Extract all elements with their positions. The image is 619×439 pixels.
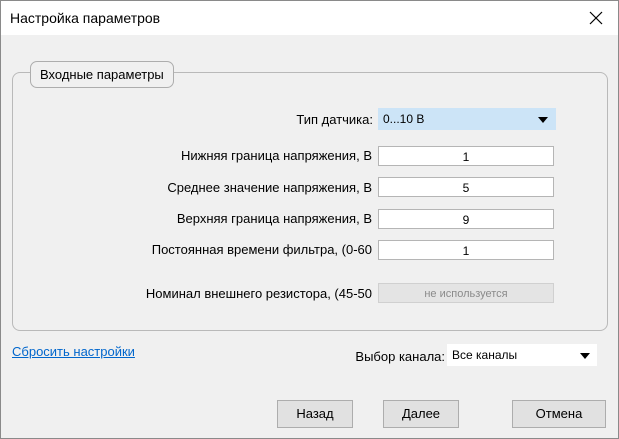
reset-settings-link[interactable]: Сбросить настройки: [12, 344, 135, 359]
back-button[interactable]: Назад: [277, 400, 353, 428]
close-button[interactable]: [574, 1, 618, 35]
channel-value: Все каналы: [452, 348, 518, 362]
mid-voltage-field[interactable]: 5: [378, 177, 554, 197]
low-voltage-field[interactable]: 1: [378, 146, 554, 166]
dialog-window: Настройка параметров Входные параметры Т…: [0, 0, 619, 439]
sensor-type-value: 0...10 В: [383, 112, 425, 126]
chevron-down-icon: [538, 117, 548, 123]
channel-select[interactable]: Все каналы: [447, 344, 597, 366]
group-legend: Входные параметры: [30, 61, 174, 88]
filter-time-field[interactable]: 1: [378, 240, 554, 260]
title-bar: Настройка параметров: [1, 1, 618, 35]
high-voltage-field[interactable]: 9: [378, 209, 554, 229]
param-label-resistor: Номинал внешнего резистора, (45-50: [145, 286, 372, 301]
chevron-down-icon: [580, 353, 590, 359]
window-title: Настройка параметров: [10, 10, 161, 26]
param-label-mid: Среднее значение напряжения, В: [167, 180, 372, 195]
cancel-button[interactable]: Отмена: [512, 400, 606, 428]
sensor-type-select[interactable]: 0...10 В: [378, 108, 556, 130]
param-label-high: Верхняя граница напряжения, В: [176, 211, 372, 226]
resistor-field: не используется: [378, 283, 554, 303]
sensor-type-label: Тип датчика:: [296, 112, 373, 127]
close-icon: [589, 11, 603, 25]
param-label-filter: Постоянная времени фильтра, (0-60: [151, 242, 372, 257]
param-label-low: Нижняя граница напряжения, В: [180, 148, 372, 163]
channel-label: Выбор канала:: [355, 349, 445, 364]
next-button[interactable]: Далее: [383, 400, 459, 428]
